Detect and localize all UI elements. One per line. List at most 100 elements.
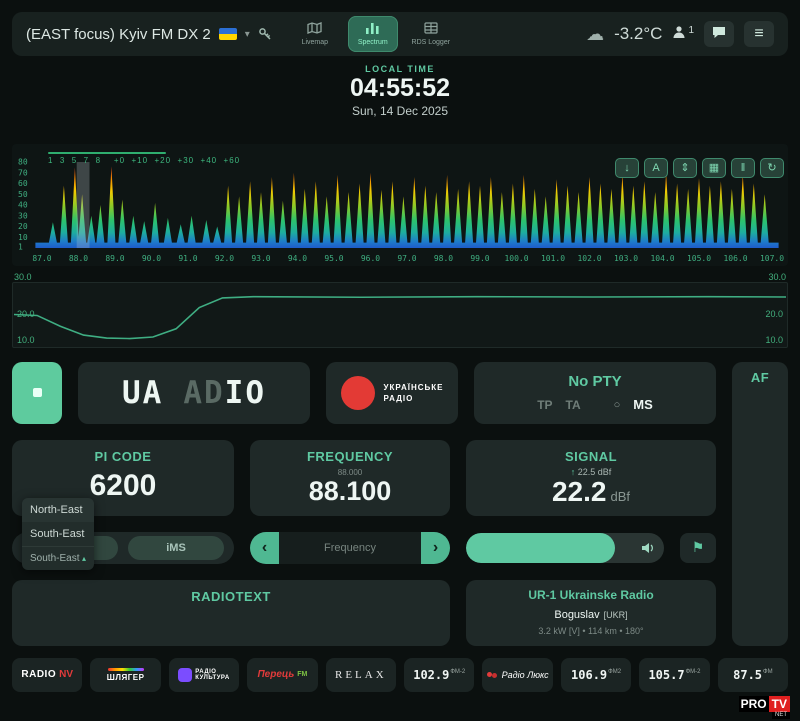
ps-part-2: AD — [183, 375, 224, 411]
logo-line-1: УКРАЇНСЬКЕ — [384, 383, 444, 392]
watermark-pro: PRO — [739, 696, 769, 712]
nav-livemap[interactable]: Livemap — [290, 16, 340, 52]
station-tile-shlyager[interactable]: ШЛЯГЕР — [90, 658, 160, 692]
ms-circle-icon: ○ — [614, 399, 621, 411]
preset-frequency: 106.9 — [571, 668, 607, 682]
speaker-icon — [641, 542, 655, 554]
chevron-down-icon[interactable]: ▾ — [245, 29, 250, 40]
af-label: AF — [732, 370, 788, 385]
spectrum-x-axis: 87.088.089.090.091.092.093.094.095.096.0… — [32, 254, 784, 263]
preset-frequency-suffix: ФМ-2 — [686, 669, 701, 675]
spectrum-scale-labels: 1 3 5 7 8 +0 +10 +20 +30 +40 +60 — [48, 156, 240, 165]
station-tile-relax[interactable]: RELAX — [326, 658, 396, 692]
spectrum-pause-button[interactable]: ‖ — [731, 158, 755, 178]
svg-text:98.0: 98.0 — [434, 254, 453, 263]
pty-panel: No PTY TP TA ○ MS — [474, 362, 716, 424]
svg-text:100.0: 100.0 — [504, 254, 528, 263]
nav-spectrum[interactable]: Spectrum — [348, 16, 398, 52]
pi-code-label: PI CODE — [95, 449, 152, 464]
spectrum-scale-line — [48, 152, 166, 154]
weather-cloud-icon: ☁ — [586, 25, 604, 43]
svg-text:80: 80 — [18, 157, 28, 166]
station-tile-radio-nv[interactable]: RADIO NV — [12, 658, 82, 692]
station-tile-106-9[interactable]: 106.9 ФМ2 — [561, 658, 631, 692]
history-ymid-left: 20.0 — [17, 309, 35, 319]
rds-ps-display: UA AD IO — [78, 362, 310, 424]
svg-text:104.0: 104.0 — [650, 254, 674, 263]
main-panels: UA AD IO УКРАЇНСЬКЕ РАДІО No PTY TP TA ○… — [12, 362, 788, 646]
svg-text:94.0: 94.0 — [288, 254, 307, 263]
hamburger-menu-icon: ≡ — [754, 26, 763, 42]
spectrum-vertical-scale-button[interactable]: ⇕ — [673, 158, 697, 178]
menu-button[interactable]: ≡ — [744, 21, 774, 47]
history-ymin-left: 10.0 — [17, 335, 35, 345]
nav-spectrum-label: Spectrum — [358, 39, 388, 46]
preset-frequency: 102.9 — [413, 668, 449, 682]
frequency-down-button[interactable]: ‹ — [250, 532, 279, 564]
spectrum-scroll-down-button[interactable]: ↓ — [615, 158, 639, 178]
chat-icon — [712, 26, 726, 42]
flag-button[interactable]: ⚑ — [680, 533, 716, 563]
key-icon[interactable] — [258, 27, 272, 41]
chat-button[interactable] — [704, 21, 734, 47]
radio-nv-accent: NV — [59, 669, 73, 680]
temperature: -3.2°C — [614, 24, 662, 44]
map-icon — [307, 22, 322, 37]
history-ymin-right: 10.0 — [765, 335, 783, 345]
antenna-selected[interactable]: South-East ▴ — [22, 546, 94, 570]
local-time-block: LOCAL TIME 04:55:52 Sun, 14 Dec 2025 — [0, 64, 800, 118]
signal-label: SIGNAL — [565, 449, 617, 464]
frequency-up-button[interactable]: › — [421, 532, 450, 564]
svg-text:97.0: 97.0 — [397, 254, 416, 263]
station-tile-perets[interactable]: Перець FM — [247, 658, 317, 692]
history-chart[interactable]: 20.0 20.0 10.0 10.0 — [12, 282, 788, 348]
svg-text:88.0: 88.0 — [69, 254, 88, 263]
ims-toggle-button[interactable]: iMS — [128, 536, 224, 560]
spectrum-refresh-button[interactable]: ↻ — [760, 158, 784, 178]
preset-frequency-suffix: ФМ — [763, 669, 773, 675]
svg-text:87.0: 87.0 — [32, 254, 51, 263]
pi-code-value: 6200 — [90, 469, 157, 503]
radiotext-panel: RADIOTEXT — [12, 580, 450, 646]
frequency-control: ‹ › — [250, 532, 450, 564]
station-tile-105-7[interactable]: 105.7 ФМ-2 — [639, 658, 709, 692]
shlyager-text: ШЛЯГЕР — [107, 673, 145, 682]
station-info-panel: UR-1 Ukrainske Radio Boguslav[UKR] 3.2 k… — [466, 580, 716, 646]
history-ymid-right: 20.0 — [765, 309, 783, 319]
svg-text:92.0: 92.0 — [215, 254, 234, 263]
spectrum-graph-mode-button[interactable]: ▦ — [702, 158, 726, 178]
server-title[interactable]: (EAST focus) Kyiv FM DX 2 — [26, 26, 211, 43]
frequency-panel: FREQUENCY 88.000 88.100 — [250, 440, 450, 516]
svg-text:91.0: 91.0 — [178, 254, 197, 263]
logo-line-2: РАДІО — [384, 394, 444, 403]
spectrum-y-axis: 80706050403020101 — [18, 157, 28, 251]
station-tile-87-5[interactable]: 87.5 ФМ — [718, 658, 788, 692]
svg-text:40: 40 — [18, 200, 28, 209]
spectrum-area — [35, 166, 778, 248]
protv-watermark: PRO TV NET — [739, 696, 790, 719]
spectrum-autoscale-button[interactable]: A — [644, 158, 668, 178]
perets-text: Перець — [257, 669, 294, 680]
station-tile-102-9[interactable]: 102.9 ФМ-2 — [404, 658, 474, 692]
antenna-dropdown: North-East South-East South-East ▴ — [22, 498, 94, 570]
antenna-selected-label: South-East — [30, 553, 79, 564]
station-tile-lux[interactable]: Радіо Люкс — [482, 658, 552, 692]
svg-text:50: 50 — [18, 190, 28, 199]
svg-text:105.0: 105.0 — [687, 254, 711, 263]
nav-rds-logger[interactable]: RDS Logger — [406, 16, 456, 52]
svg-text:70: 70 — [18, 168, 28, 177]
volume-slider[interactable] — [466, 533, 664, 563]
frequency-input[interactable] — [279, 532, 421, 564]
nav-livemap-label: Livemap — [302, 39, 328, 46]
svg-text:95.0: 95.0 — [324, 254, 343, 263]
station-country: [UKR] — [604, 610, 628, 620]
svg-text:90.0: 90.0 — [142, 254, 161, 263]
table-icon — [424, 22, 438, 37]
tune-toggle-button[interactable] — [12, 362, 62, 424]
spectrum-toolbar: ↓ A ⇕ ▦ ‖ ↻ — [615, 158, 784, 178]
station-tile-kultura[interactable]: РАДІО КУЛЬТУРА — [169, 658, 239, 692]
antenna-option-south-east[interactable]: South-East — [22, 522, 94, 546]
svg-text:30: 30 — [18, 211, 28, 220]
svg-text:106.0: 106.0 — [723, 254, 747, 263]
antenna-option-north-east[interactable]: North-East — [22, 498, 94, 522]
